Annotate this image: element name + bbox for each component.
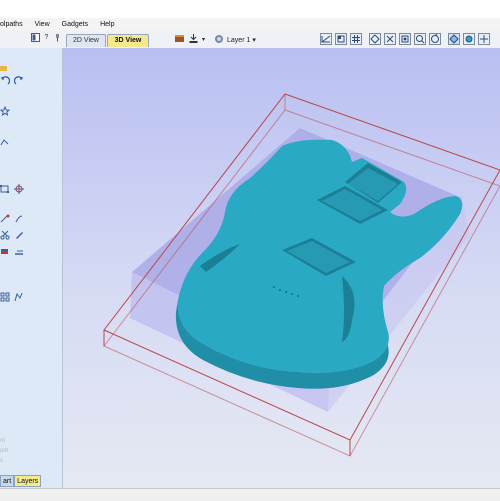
menu-view[interactable]: View	[29, 21, 56, 28]
layer-select[interactable]: Layer 1 ▾	[227, 36, 256, 44]
tab-layers[interactable]: Layers	[14, 475, 42, 487]
scale-icon[interactable]	[0, 214, 10, 227]
layer-chevron-down-icon: ▾	[252, 36, 256, 44]
star-icon[interactable]	[0, 105, 11, 119]
folder-icon[interactable]	[0, 64, 8, 75]
fill-icon[interactable]	[0, 246, 10, 259]
tab-2d-view[interactable]: 2D View	[66, 34, 106, 47]
toolbar-left-icons: ?	[31, 33, 62, 42]
menu-help[interactable]: Help	[94, 21, 120, 28]
sidebar-faded-text-2: om	[0, 448, 9, 454]
layer-icon	[214, 34, 224, 46]
nest-icon[interactable]	[14, 292, 24, 305]
tool-sidebar: m om s	[0, 48, 63, 488]
pin-icon[interactable]	[53, 33, 62, 42]
menu-toolpaths[interactable]: olpaths	[0, 21, 29, 28]
scissors-icon[interactable]	[0, 230, 10, 243]
grid-icon[interactable]	[350, 33, 362, 45]
settings-icon[interactable]	[463, 33, 475, 45]
view-buttons	[320, 33, 490, 45]
tab-drawing[interactable]: art	[0, 475, 15, 487]
menu-gadgets[interactable]: Gadgets	[56, 21, 94, 28]
node-edit-icon[interactable]	[0, 138, 9, 150]
zoom-extents-icon[interactable]	[399, 33, 411, 45]
left-view-icon[interactable]	[369, 33, 381, 45]
array-icon[interactable]	[0, 292, 10, 305]
panel-toggle-icon[interactable]	[31, 33, 40, 42]
top-view-icon[interactable]	[384, 33, 396, 45]
pen-icon[interactable]	[14, 230, 24, 243]
help-icon[interactable]: ?	[42, 33, 51, 42]
tab-3d-view[interactable]: 3D View	[107, 34, 149, 47]
layer-toolbar: ▾ Layer 1 ▾	[174, 33, 256, 46]
layer-label: Layer 1	[227, 36, 251, 44]
iso-view-icon[interactable]	[320, 33, 332, 45]
layers-icon[interactable]	[448, 33, 460, 45]
sidebar-faded-text-3: s	[0, 458, 3, 464]
3d-scene	[103, 93, 500, 457]
dropdown-arrow-icon[interactable]: ▾	[202, 36, 205, 43]
brush-icon[interactable]	[14, 214, 24, 227]
import-icon[interactable]	[188, 33, 199, 46]
status-bar	[0, 488, 500, 501]
front-view-icon[interactable]	[335, 33, 347, 45]
sidebar-faded-text-1: m	[0, 438, 5, 444]
title-bar	[0, 0, 500, 18]
undo-icon[interactable]	[0, 76, 11, 89]
line-icon[interactable]	[14, 246, 24, 259]
more-icon[interactable]	[478, 33, 490, 45]
rotate-icon[interactable]	[429, 33, 441, 45]
redo-icon[interactable]	[13, 76, 24, 89]
transform-icon[interactable]	[0, 184, 10, 197]
sidebar-bottom-tabs: art Layers	[0, 475, 62, 487]
zoom-box-icon[interactable]	[414, 33, 426, 45]
menu-bar: olpaths View Gadgets Help	[0, 18, 500, 31]
target-icon[interactable]	[14, 184, 24, 197]
material-icon[interactable]	[174, 33, 185, 46]
3d-viewport[interactable]	[63, 48, 500, 488]
